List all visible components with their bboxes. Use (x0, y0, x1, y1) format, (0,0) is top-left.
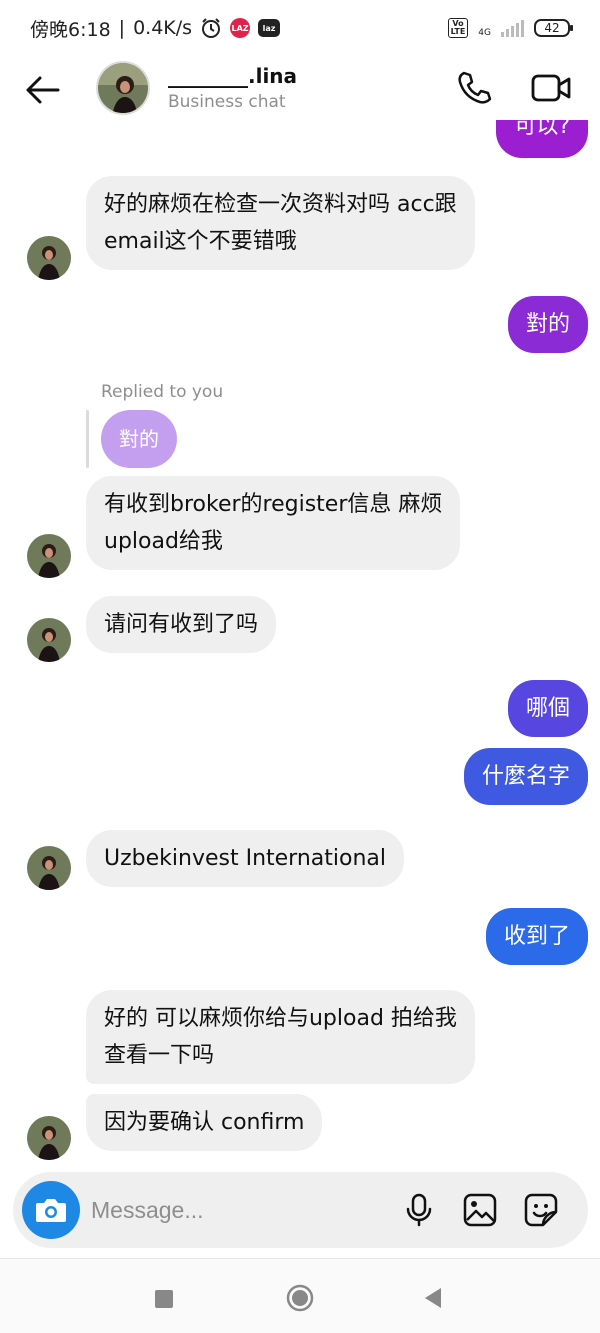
battery-icon: 42 (534, 19, 573, 37)
contact-avatar[interactable] (96, 61, 150, 115)
voice-button[interactable] (401, 1192, 437, 1228)
message-line: 好的 可以麻烦你给与upload 拍给我 (104, 1006, 457, 1031)
message-bubble-outgoing[interactable]: 對的 (507, 296, 588, 353)
sender-avatar[interactable] (27, 1116, 71, 1160)
recents-button[interactable] (154, 1289, 174, 1313)
message-bubble-incoming[interactable]: 有收到broker的register信息 麻烦 upload给我 (86, 476, 461, 570)
message-line: email这个不要错哦 (104, 229, 297, 254)
status-time: 傍晚6:18 (30, 18, 111, 41)
gallery-icon (463, 1193, 497, 1227)
status-divider: | (118, 17, 126, 39)
lazada-icon: LAZ (230, 18, 251, 38)
triangle-back-icon (425, 1288, 441, 1308)
message-bubble-incoming[interactable]: 因为要确认 confirm (86, 1094, 323, 1151)
message-bubble-incoming[interactable]: Uzbekinvest International (86, 830, 404, 887)
video-call-button[interactable] (530, 70, 572, 106)
circle-icon (286, 1284, 314, 1312)
message-line: upload给我 (104, 529, 223, 554)
message-composer (13, 1172, 588, 1248)
replied-to-label: Replied to you (101, 382, 224, 402)
message-line: 好的麻烦在检查一次资料对吗 acc跟 (104, 192, 457, 217)
sticker-button[interactable] (523, 1192, 559, 1228)
laz-icon: laz (258, 19, 281, 37)
camera-button[interactable] (22, 1181, 80, 1239)
sticker-icon (524, 1193, 558, 1227)
status-speed: 0.4K/s (133, 17, 193, 39)
message-bubble-outgoing[interactable]: 哪個 (507, 680, 588, 737)
microphone-icon (406, 1193, 432, 1227)
call-button[interactable] (456, 70, 492, 106)
sender-avatar[interactable] (27, 236, 71, 280)
message-line: 有收到broker的register信息 麻烦 (104, 492, 443, 517)
camera-icon (36, 1199, 66, 1222)
message-bubble-outgoing[interactable]: 收到了 (485, 908, 588, 965)
battery-level: 42 (544, 21, 560, 35)
signal-icon (501, 19, 524, 37)
contact-name[interactable]: ________.lina (168, 64, 297, 88)
message-line: 查看一下吗 (104, 1043, 215, 1068)
arrow-left-icon (26, 76, 60, 104)
message-bubble-incoming[interactable]: 好的 可以麻烦你给与upload 拍给我 查看一下吗 (86, 990, 475, 1084)
sender-avatar[interactable] (27, 534, 71, 578)
network-type: 4G (478, 28, 491, 38)
message-input[interactable] (91, 1190, 391, 1230)
back-button[interactable] (22, 70, 62, 110)
message-bubble-incoming[interactable]: 好的麻烦在检查一次资料对吗 acc跟 email这个不要错哦 (86, 176, 475, 270)
sender-avatar[interactable] (27, 846, 71, 890)
system-nav-bar (0, 1258, 600, 1333)
reply-indicator-bar (86, 410, 89, 468)
contact-subtitle: Business chat (168, 92, 286, 112)
system-back-button[interactable] (423, 1287, 443, 1313)
square-icon (155, 1290, 173, 1308)
chat-header: ________.lina Business chat (0, 56, 600, 120)
phone-icon (458, 71, 492, 104)
message-bubble-incoming[interactable]: 请问有收到了吗 (86, 596, 277, 653)
home-button[interactable] (286, 1284, 314, 1316)
reply-quote-bubble[interactable]: 對的 (101, 410, 177, 468)
message-bubble-outgoing[interactable]: 什麼名字 (463, 748, 588, 805)
volte-bottom: LTE (450, 27, 466, 36)
message-bubble-outgoing[interactable]: 可以? (496, 120, 588, 158)
gallery-button[interactable] (462, 1192, 498, 1228)
sender-avatar[interactable] (27, 618, 71, 662)
alarm-icon (200, 17, 222, 39)
video-icon (531, 74, 571, 102)
status-bar: 傍晚6:18 | 0.4K/s LAZ laz Vo LTE 4G 42 (0, 0, 600, 56)
volte-icon: Vo LTE (447, 18, 469, 38)
message-list[interactable]: 可以? 好的麻烦在检查一次资料对吗 acc跟 email这个不要错哦 對的 Re… (0, 120, 600, 1170)
